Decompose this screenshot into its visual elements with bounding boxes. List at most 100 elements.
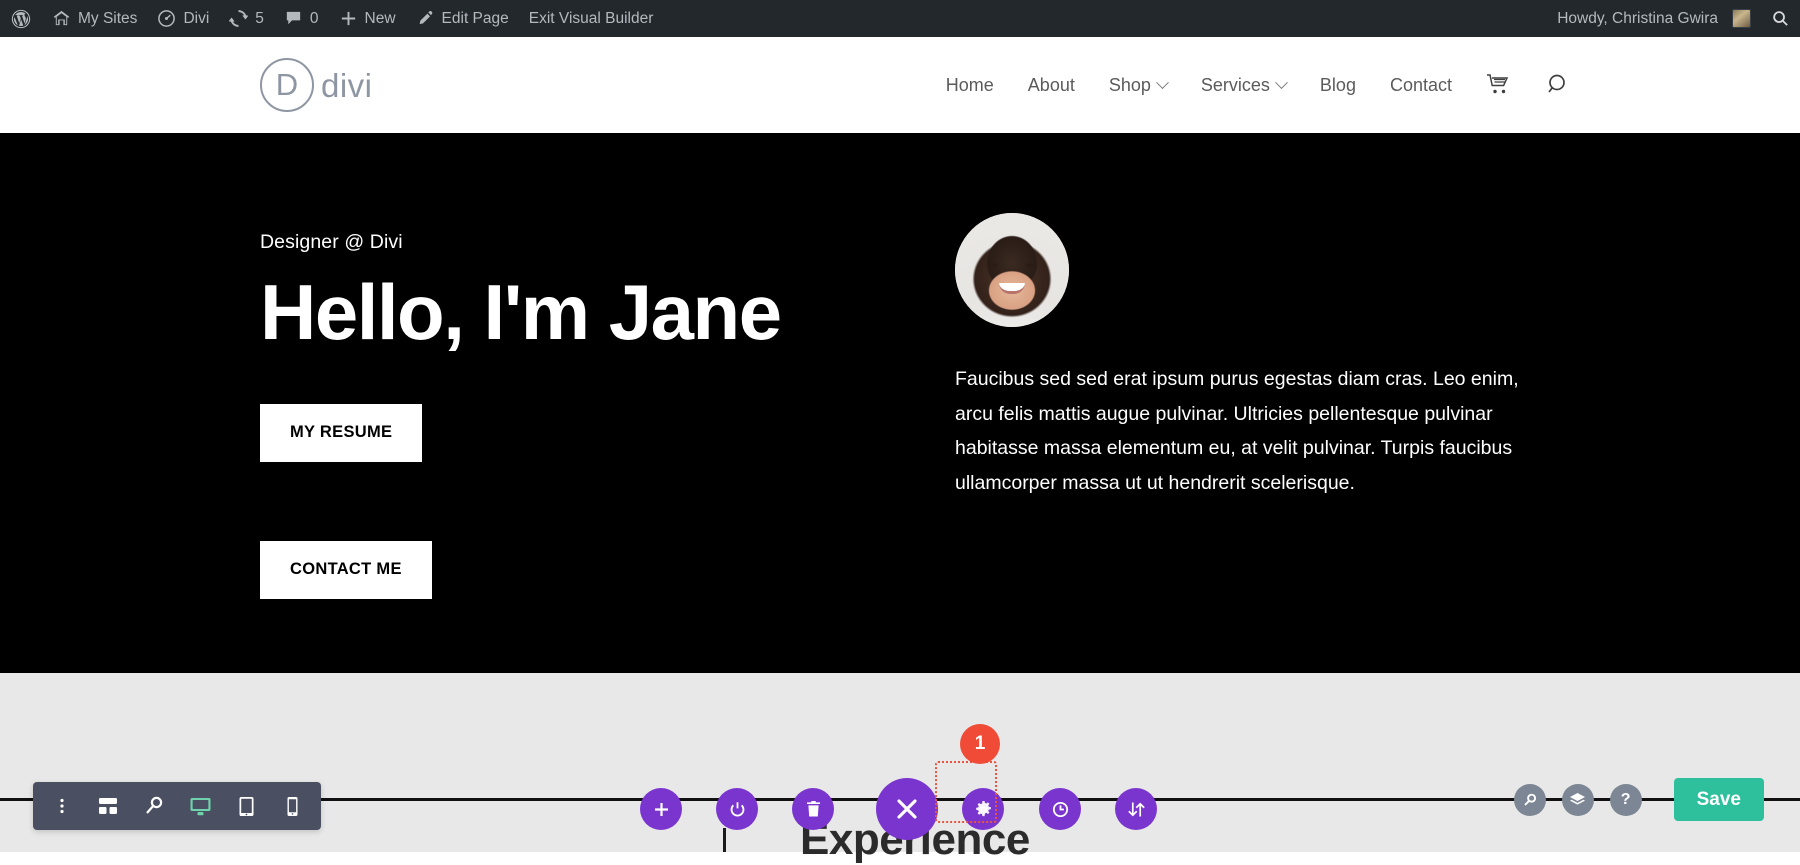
history-button[interactable]	[1039, 788, 1081, 830]
hero-right-column: Faucibus sed sed erat ipsum purus egesta…	[900, 133, 1550, 673]
divi-dashboard-icon	[157, 9, 176, 28]
hero-row: Designer @ Divi Hello, I'm Jane MY RESUM…	[260, 133, 1550, 673]
zoom-out-view-button[interactable]	[131, 782, 177, 830]
avatar	[1732, 9, 1751, 28]
hero-paragraph: Faucibus sed sed erat ipsum purus egesta…	[955, 362, 1535, 501]
adminbar-comments[interactable]: 0	[274, 0, 329, 37]
adminbar-wp-logo[interactable]	[0, 0, 42, 37]
adminbar-divi-label: Divi	[183, 10, 209, 28]
hero-section: Designer @ Divi Hello, I'm Jane MY RESUM…	[0, 133, 1800, 673]
adminbar-edit-page[interactable]: Edit Page	[406, 0, 519, 37]
adminbar-exit-label: Exit Visual Builder	[529, 10, 654, 28]
adminbar-comments-count: 0	[310, 10, 319, 28]
adminbar-new[interactable]: New	[329, 0, 406, 37]
adminbar-updates-count: 5	[255, 10, 264, 28]
builder-action-toolbar: 1	[640, 778, 1191, 840]
search-circle-icon	[1522, 792, 1538, 808]
adminbar-right-group: Howdy, Christina Gwira	[1547, 0, 1800, 37]
zoom-out-icon	[143, 795, 165, 817]
nav-label: Blog	[1320, 75, 1356, 96]
more-options-button[interactable]	[39, 782, 85, 830]
settings-highlight-outline	[935, 761, 997, 823]
cart-button[interactable]	[1486, 73, 1512, 97]
site-logo[interactable]: D divi	[260, 58, 373, 112]
wireframe-icon	[97, 796, 119, 816]
logo-letter: D	[276, 67, 298, 103]
desktop-view-button[interactable]	[177, 782, 223, 830]
nav-item-contact[interactable]: Contact	[1390, 75, 1452, 96]
delete-button[interactable]	[792, 788, 834, 830]
search-button[interactable]	[1514, 784, 1546, 816]
site-header: D divi Home About Shop Services Blog Con…	[0, 37, 1800, 133]
hero-kicker: Designer @ Divi	[260, 231, 900, 254]
nav-label: Shop	[1109, 75, 1151, 96]
portability-button[interactable]	[1115, 788, 1157, 830]
question-icon: ?	[1621, 791, 1631, 809]
adminbar-howdy-label: Howdy, Christina Gwira	[1557, 10, 1718, 28]
nav-label: Services	[1201, 75, 1270, 96]
avatar-eyes	[987, 263, 1037, 268]
adminbar-my-sites[interactable]: My Sites	[42, 0, 147, 37]
power-icon	[728, 800, 747, 819]
adminbar-new-label: New	[365, 10, 396, 28]
adminbar-divi[interactable]: Divi	[147, 0, 219, 37]
page-title: Hello, I'm Jane	[260, 272, 900, 354]
help-button[interactable]: ?	[1610, 784, 1642, 816]
clock-icon	[1051, 800, 1070, 819]
nav-item-home[interactable]: Home	[946, 75, 994, 96]
nav-item-shop[interactable]: Shop	[1109, 75, 1167, 96]
nav-item-services[interactable]: Services	[1201, 75, 1286, 96]
vertical-dots-icon	[53, 797, 71, 815]
profile-photo	[955, 213, 1069, 327]
arrows-updown-icon	[1127, 800, 1146, 819]
adminbar-account[interactable]: Howdy, Christina Gwira	[1547, 0, 1761, 37]
nav-item-about[interactable]: About	[1028, 75, 1075, 96]
plus-icon	[339, 9, 358, 28]
sites-icon	[52, 9, 71, 28]
desktop-icon	[189, 796, 212, 817]
hero-left-column: Designer @ Divi Hello, I'm Jane MY RESUM…	[260, 133, 900, 673]
adminbar-search-button[interactable]	[1761, 0, 1800, 37]
pencil-icon	[416, 9, 435, 28]
nav-label: Home	[946, 75, 994, 96]
close-x-icon	[894, 796, 920, 822]
main-navigation: Home About Shop Services Blog Contact	[946, 72, 1572, 98]
save-button[interactable]: Save	[1674, 778, 1764, 821]
comments-icon	[284, 9, 303, 28]
logo-wordmark: divi	[321, 69, 373, 102]
builder-mode-toolbar	[33, 782, 321, 830]
tablet-icon	[238, 796, 255, 817]
search-icon	[1771, 9, 1790, 28]
nav-item-blog[interactable]: Blog	[1320, 75, 1356, 96]
wireframe-view-button[interactable]	[85, 782, 131, 830]
layers-icon	[1569, 792, 1586, 808]
trash-icon	[805, 800, 822, 818]
layers-button[interactable]	[1562, 784, 1594, 816]
wordpress-icon	[10, 8, 32, 30]
header-search-button[interactable]	[1546, 72, 1572, 98]
nav-label: About	[1028, 75, 1075, 96]
nav-label: Contact	[1390, 75, 1452, 96]
my-resume-button[interactable]: MY RESUME	[260, 404, 422, 462]
divi-logo-mark: D	[260, 58, 314, 112]
toggle-builder-button[interactable]	[716, 788, 758, 830]
close-builder-button[interactable]	[876, 778, 938, 840]
cart-icon	[1486, 73, 1512, 97]
avatar-face	[955, 213, 1069, 327]
builder-right-toolbar: ? Save	[1514, 778, 1764, 821]
phone-view-button[interactable]	[269, 782, 315, 830]
status-badge: 1	[960, 724, 1000, 764]
plus-icon	[653, 801, 670, 818]
settings-button[interactable]: 1	[962, 788, 1004, 830]
tablet-view-button[interactable]	[223, 782, 269, 830]
adminbar-updates[interactable]: 5	[219, 0, 274, 37]
phone-icon	[286, 796, 299, 817]
wp-admin-bar: My Sites Divi 5 0	[0, 0, 1800, 37]
adminbar-edit-page-label: Edit Page	[442, 10, 509, 28]
contact-me-button[interactable]: CONTACT ME	[260, 541, 432, 599]
add-section-button[interactable]	[640, 788, 682, 830]
chevron-down-icon	[1275, 76, 1288, 89]
adminbar-exit-visual-builder[interactable]: Exit Visual Builder	[519, 0, 664, 37]
adminbar-my-sites-label: My Sites	[78, 10, 137, 28]
search-icon	[1546, 72, 1572, 98]
